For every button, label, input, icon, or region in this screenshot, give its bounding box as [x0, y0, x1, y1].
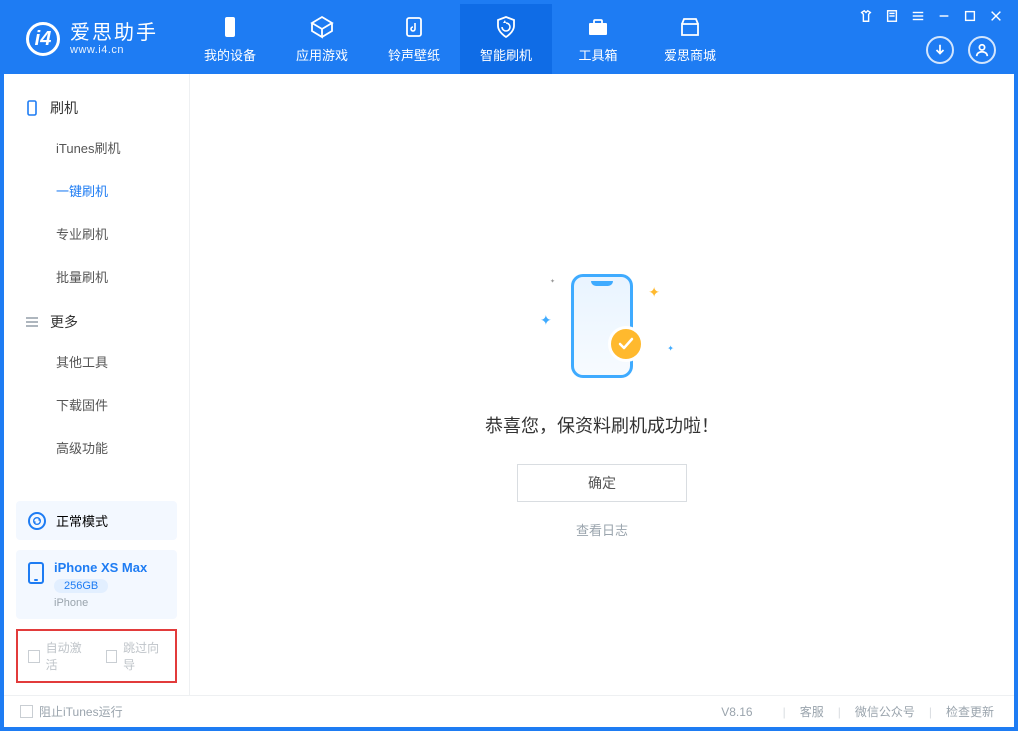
maximize-icon[interactable]: [962, 8, 978, 24]
success-panel: ✦ ✦ ✦ ✦ 恭喜您，保资料刷机成功啦！ 确定 查看日志: [485, 274, 719, 539]
group-title: 更多: [50, 312, 78, 332]
sidebar-group-more[interactable]: 更多: [4, 298, 189, 340]
device-icon: [218, 15, 242, 39]
device-name: iPhone XS Max: [54, 560, 147, 575]
logo-text: 爱思助手 www.i4.cn: [70, 22, 158, 56]
sidebar-group-flash[interactable]: 刷机: [4, 84, 189, 126]
tab-label: 爱思商城: [664, 45, 716, 64]
window-controls: [858, 8, 1004, 24]
tab-store[interactable]: 爱思商城: [644, 4, 736, 74]
note-icon[interactable]: [884, 8, 900, 24]
footer: 阻止iTunes运行 V8.16 | 客服 | 微信公众号 | 检查更新: [4, 695, 1014, 727]
checkbox-block-itunes[interactable]: 阻止iTunes运行: [20, 703, 123, 720]
sidebar-item-download-firmware[interactable]: 下载固件: [4, 383, 189, 426]
checkbox-label: 跳过向导: [123, 639, 165, 673]
sidebar-item-one-click-flash[interactable]: 一键刷机: [4, 169, 189, 212]
download-button[interactable]: [926, 36, 954, 64]
check-badge-icon: [608, 326, 644, 362]
sidebar-lower: 正常模式 iPhone XS Max 256GB iPhone 自动激活: [4, 489, 189, 695]
checkbox-label: 自动激活: [46, 639, 88, 673]
sync-icon: [28, 512, 46, 530]
footer-link-wechat[interactable]: 微信公众号: [851, 703, 919, 720]
sparkle-icon: ✦: [648, 284, 660, 301]
store-icon: [678, 15, 702, 39]
sidebar-item-advanced[interactable]: 高级功能: [4, 426, 189, 469]
shield-sync-icon: [494, 15, 518, 39]
checkbox-box-icon: [28, 650, 40, 663]
cube-icon: [310, 15, 334, 39]
main-content: ✦ ✦ ✦ ✦ 恭喜您，保资料刷机成功啦！ 确定 查看日志: [190, 74, 1014, 695]
checkbox-skip-guide[interactable]: 跳过向导: [106, 639, 166, 673]
sidebar-item-itunes-flash[interactable]: iTunes刷机: [4, 126, 189, 169]
sparkle-icon: ✦: [550, 278, 555, 285]
separator: |: [838, 705, 841, 719]
shirt-icon[interactable]: [858, 8, 874, 24]
group-title: 刷机: [50, 98, 78, 118]
sidebar-item-batch-flash[interactable]: 批量刷机: [4, 255, 189, 298]
device-info: iPhone XS Max 256GB iPhone: [54, 560, 147, 609]
tab-label: 我的设备: [204, 45, 256, 64]
success-title: 恭喜您，保资料刷机成功啦！: [485, 412, 719, 438]
sparkle-icon: ✦: [540, 312, 552, 329]
device-phone-icon: [28, 562, 44, 584]
logo[interactable]: i4 爱思助手 www.i4.cn: [4, 22, 176, 56]
mode-status-card[interactable]: 正常模式: [16, 501, 177, 540]
body: 刷机 iTunes刷机 一键刷机 专业刷机 批量刷机 更多 其他工具 下载固件 …: [4, 74, 1014, 695]
checkbox-box-icon: [106, 650, 118, 663]
tab-label: 智能刷机: [480, 45, 532, 64]
logo-icon: i4: [26, 22, 60, 56]
list-icon: [24, 314, 40, 330]
tab-toolbox[interactable]: 工具箱: [552, 4, 644, 74]
tab-ringtone-wallpaper[interactable]: 铃声壁纸: [368, 4, 460, 74]
app-window: i4 爱思助手 www.i4.cn 我的设备 应用游戏 铃声壁纸 智能刷机: [0, 0, 1018, 731]
close-icon[interactable]: [988, 8, 1004, 24]
separator: |: [783, 705, 786, 719]
version-label: V8.16: [721, 705, 752, 719]
tab-label: 铃声壁纸: [388, 45, 440, 64]
account-button[interactable]: [968, 36, 996, 64]
mode-status-label: 正常模式: [56, 511, 108, 530]
header-right-buttons: [926, 36, 996, 64]
checkbox-auto-activate[interactable]: 自动激活: [28, 639, 88, 673]
separator: |: [929, 705, 932, 719]
footer-link-check-update[interactable]: 检查更新: [942, 703, 998, 720]
top-nav: 我的设备 应用游戏 铃声壁纸 智能刷机 工具箱 爱思商城: [184, 4, 736, 74]
checkbox-row-highlight: 自动激活 跳过向导: [16, 629, 177, 683]
sidebar-item-other-tools[interactable]: 其他工具: [4, 340, 189, 383]
success-illustration: ✦ ✦ ✦ ✦: [522, 274, 682, 394]
menu-icon[interactable]: [910, 8, 926, 24]
sparkle-icon: ✦: [667, 344, 674, 353]
tab-label: 应用游戏: [296, 45, 348, 64]
checkbox-box-icon: [20, 705, 33, 718]
ok-button[interactable]: 确定: [517, 464, 687, 502]
tab-my-device[interactable]: 我的设备: [184, 4, 276, 74]
device-card[interactable]: iPhone XS Max 256GB iPhone: [16, 550, 177, 619]
device-capacity: 256GB: [54, 579, 108, 593]
checkbox-label: 阻止iTunes运行: [39, 703, 123, 720]
brand-url: www.i4.cn: [70, 44, 158, 56]
sidebar: 刷机 iTunes刷机 一键刷机 专业刷机 批量刷机 更多 其他工具 下载固件 …: [4, 74, 190, 695]
footer-link-support[interactable]: 客服: [796, 703, 828, 720]
minimize-icon[interactable]: [936, 8, 952, 24]
music-file-icon: [402, 15, 426, 39]
sidebar-scroll: 刷机 iTunes刷机 一键刷机 专业刷机 批量刷机 更多 其他工具 下载固件 …: [4, 74, 189, 489]
brand-name: 爱思助手: [70, 22, 158, 44]
tab-smart-flash[interactable]: 智能刷机: [460, 4, 552, 74]
view-log-link[interactable]: 查看日志: [576, 520, 628, 539]
sidebar-item-pro-flash[interactable]: 专业刷机: [4, 212, 189, 255]
tab-label: 工具箱: [578, 45, 617, 64]
device-type: iPhone: [54, 597, 147, 609]
toolbox-icon: [586, 15, 610, 39]
phone-icon: [24, 100, 40, 116]
header: i4 爱思助手 www.i4.cn 我的设备 应用游戏 铃声壁纸 智能刷机: [4, 4, 1014, 74]
tab-apps-games[interactable]: 应用游戏: [276, 4, 368, 74]
